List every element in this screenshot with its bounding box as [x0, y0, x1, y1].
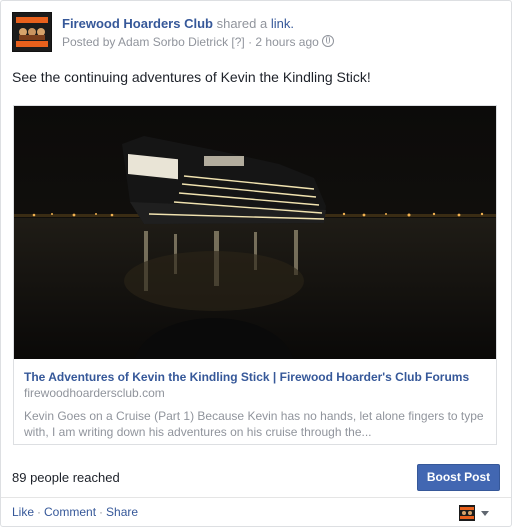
posted-by-text[interactable]: Posted by Adam Sorbo Dietrick [?] · 2 ho…: [62, 35, 319, 49]
post-actions: Like · Comment · Share: [12, 505, 138, 519]
post-card: Firewood Hoarders Club shared a link. Po…: [0, 0, 512, 527]
post-message: See the continuing adventures of Kevin t…: [12, 69, 371, 85]
shared-link[interactable]: link.: [271, 16, 294, 31]
like-link[interactable]: Like: [12, 505, 34, 519]
post-attribution: Firewood Hoarders Club shared a link.: [62, 16, 294, 31]
page-name-link[interactable]: Firewood Hoarders Club: [62, 16, 213, 31]
chevron-down-icon[interactable]: [481, 511, 489, 516]
photo-image: [14, 106, 496, 359]
separator-dot: ·: [99, 505, 104, 519]
boost-post-button[interactable]: Boost Post: [417, 464, 500, 491]
divider: [1, 497, 511, 498]
avatar-image: [13, 13, 51, 51]
post-header: Firewood Hoarders Club shared a link. Po…: [12, 12, 492, 54]
link-domain: firewoodhoardersclub.com: [24, 386, 165, 400]
acting-as-avatar[interactable]: [459, 505, 475, 521]
globe-icon[interactable]: [321, 35, 334, 47]
link-attachment[interactable]: The Adventures of Kevin the Kindling Sti…: [13, 105, 497, 445]
mini-avatar-image: [459, 505, 475, 521]
page-avatar[interactable]: [12, 12, 52, 52]
share-link[interactable]: Share: [106, 505, 138, 519]
link-description: Kevin Goes on a Cruise (Part 1) Because …: [24, 409, 484, 439]
link-title[interactable]: The Adventures of Kevin the Kindling Sti…: [24, 370, 469, 384]
reach-count[interactable]: 89 people reached: [12, 470, 120, 485]
cruise-ship-photo[interactable]: [14, 106, 496, 359]
post-meta: Posted by Adam Sorbo Dietrick [?] · 2 ho…: [62, 35, 334, 49]
shared-text: shared a: [216, 16, 268, 31]
comment-link[interactable]: Comment: [44, 505, 96, 519]
separator-dot: ·: [37, 505, 42, 519]
